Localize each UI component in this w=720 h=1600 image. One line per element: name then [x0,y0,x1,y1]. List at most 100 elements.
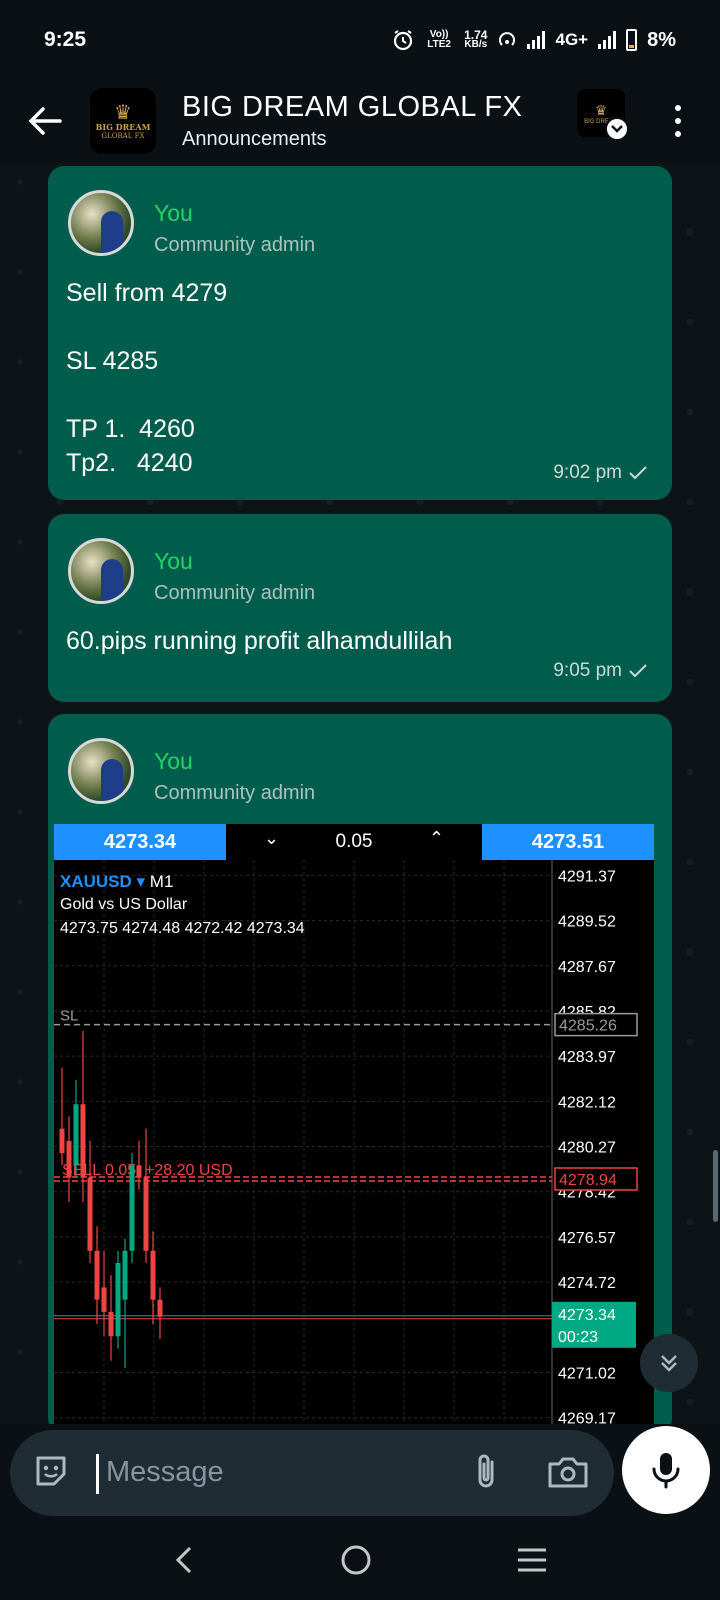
group-avatar[interactable]: ♛ BIG DREAM GLOBAL FX [90,88,156,154]
nav-recents-icon[interactable] [516,1546,548,1574]
symbol-name: XAUUSD [60,872,132,891]
candle-body [101,1287,107,1312]
chat-title-block[interactable]: BIG DREAM GLOBAL FX Announcements [182,91,522,151]
message-meta: 9:02 pm [553,462,648,484]
stop-loss-label: SL [60,1008,78,1025]
chart-description: Gold vs US Dollar [60,896,188,913]
message-composer [10,1430,614,1516]
network-type: 4G+ [555,30,589,49]
speed-indicator: 1.74 KB/s [464,29,488,50]
system-nav-bar [0,1520,720,1600]
chart-symbol: XAUUSD ▾ M1 [60,872,174,891]
status-icons: Vo)) LTE2 1.74 KB/s 4G+ 8% [392,29,676,52]
y-tick-label: 4287.67 [558,959,616,976]
scrollbar[interactable] [713,1150,718,1222]
ask-price: 4273.51 [482,824,654,860]
crown-icon: ♛ [114,100,132,124]
lot-size: 0.05 [335,831,373,852]
candle-body [129,1165,135,1251]
speed-unit: KB/s [464,39,488,50]
bid-price: 4273.34 [54,824,226,860]
paperclip-icon[interactable] [466,1452,506,1492]
voice-record-button[interactable] [622,1426,710,1514]
candle-body [94,1250,100,1300]
logo-text: BIG DREAM [95,122,151,132]
bar-countdown: 00:23 [558,1329,598,1346]
sender-avatar[interactable] [68,538,134,604]
chevron-down-icon [605,117,629,141]
more-options-button[interactable] [668,97,688,145]
message-time: 9:02 pm [553,462,622,483]
sender-name: You [154,748,193,774]
current-price: 4273.34 [558,1307,616,1324]
message-bubble[interactable]: You Community admin Sell from 4279 SL 42… [48,166,672,500]
status-time: 9:25 [44,28,87,51]
chart-ohlc: 4273.75 4274.48 4272.42 4273.34 [60,920,305,937]
sender-name: You [154,548,193,574]
alarm-icon [394,30,413,51]
arrow-left-icon [28,107,62,135]
message-bubble[interactable]: You Community admin 60.pips running prof… [48,514,672,702]
trade-panel: 4273.34 ⌄ 0.05 ⌃ 4273.51 [54,824,654,860]
scroll-to-bottom-button[interactable] [640,1334,698,1392]
message-list[interactable]: You Community admin Sell from 4279 SL 42… [0,162,720,1424]
signal-icon-1 [527,31,546,49]
chart-screenshot[interactable]: 4273.34 ⌄ 0.05 ⌃ 4273.51 4291.37 4289.52 4… [54,824,654,1424]
timeframe: M1 [149,872,174,891]
message-line: 60.pips running profit alhamdullilah [66,627,453,655]
sender-avatar[interactable] [68,738,134,804]
candle-body [136,1165,142,1178]
double-chevron-down-icon [661,1355,677,1372]
sender-role: Community admin [154,234,316,256]
candle-body [143,1177,149,1251]
sticker-icon[interactable] [32,1452,70,1490]
message-meta: 9:05 pm [553,660,648,682]
candle-body [73,1104,79,1166]
nav-back-icon[interactable] [172,1545,196,1575]
message-line: SL 4285 [66,347,159,375]
sender-role: Community admin [154,782,316,804]
chevron-up-icon: ⌃ [429,828,445,848]
camera-icon[interactable] [546,1452,590,1492]
sender-avatar[interactable] [68,190,134,256]
order-label: SELL 0.05, +28.20 USD [62,1162,233,1179]
stop-loss-price: 4285.26 [559,1018,617,1035]
message-bubble[interactable]: You Community admin 4273.34 ⌄ 0.05 ⌃ 427… [48,714,672,1424]
microphone-icon [652,1453,680,1489]
battery-icon [626,29,638,51]
candle-body [157,1299,163,1317]
check-icon [629,664,647,678]
chat-title: BIG DREAM GLOBAL FX [182,91,523,123]
signal-icon-2 [598,31,617,49]
message-input[interactable] [106,1448,436,1496]
message-line: TP 1. 4260 [66,415,195,443]
chat-subtitle: Announcements [182,128,327,150]
y-tick-label: 4269.17 [558,1411,616,1424]
volte-indicator: Vo)) LTE2 [427,29,451,50]
sender-name: You [154,200,193,226]
status-bar: 9:25 Vo)) LTE2 1.74 KB/s 4G+ 8% [0,0,720,80]
y-tick-label: 4271.02 [558,1365,616,1382]
chat-header: ♛ BIG DREAM GLOBAL FX BIG DREAM GLOBAL F… [0,80,720,162]
battery-level: 8% [647,28,676,51]
y-tick-label: 4289.52 [558,914,616,931]
nav-home-icon[interactable] [340,1544,372,1576]
y-tick-label: 4283.97 [558,1049,616,1066]
y-tick-label: 4276.57 [558,1230,616,1247]
message-line: Sell from 4279 [66,279,228,307]
y-tick-label: 4274.72 [558,1275,616,1292]
y-tick-label: 4282.12 [558,1094,616,1111]
message-line: Tp2. 4240 [66,449,193,477]
candle-body [66,1140,72,1178]
order-price: 4278.94 [559,1172,617,1189]
chevron-down-icon: ⌄ [264,828,280,848]
candle-body [80,1104,86,1178]
text-cursor [96,1454,99,1494]
candle-body [87,1177,93,1251]
candle-body [59,1128,65,1154]
y-tick-label: 4280.27 [558,1140,616,1157]
candle-body [115,1263,121,1337]
candlestick-chart: 4291.374289.524287.674285.824283.974282.… [54,860,638,1424]
back-button[interactable] [0,80,90,162]
community-avatar-button[interactable]: ♛ BIG DREAM [577,89,629,141]
